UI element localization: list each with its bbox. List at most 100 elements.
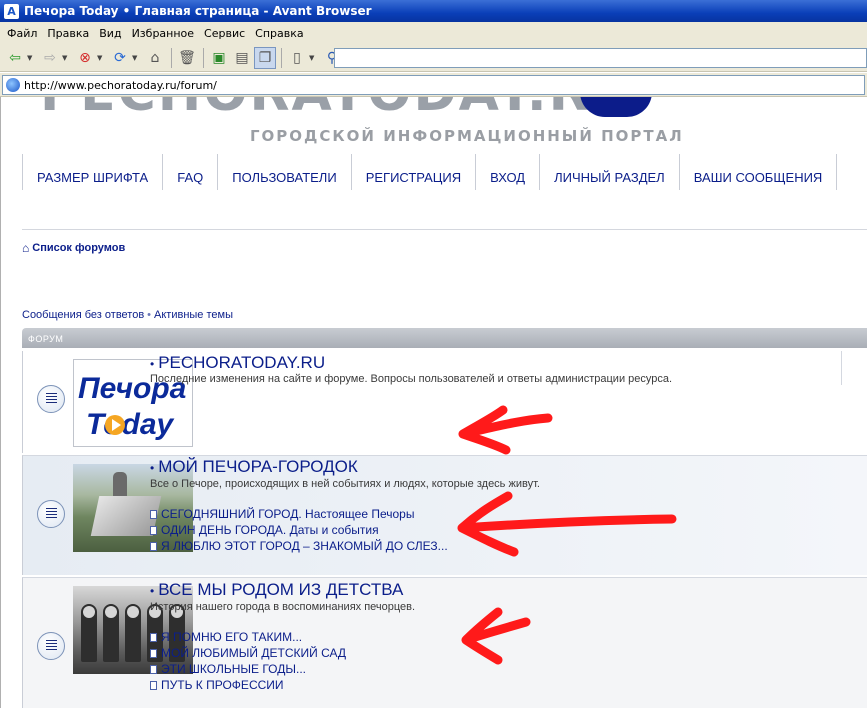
toolbar: ⇦ ▼ ⇨ ▼ ⊗ ▼ ⟳ ▼ ⌂ 🗑 ▣ ▤ ❐ ▯ ▼ ⚲	[0, 44, 867, 72]
play-icon	[105, 415, 125, 435]
quick-links: Сообщения без ответов • Активные темы	[22, 309, 233, 321]
stop-icon[interactable]: ⊗	[74, 47, 96, 69]
menu-favorites[interactable]: Избранное	[127, 27, 199, 40]
subforum-link[interactable]: СЕГОДНЯШНИЙ ГОРОД. Настоящее Печоры	[150, 506, 448, 522]
subforum-link[interactable]: ПУТЬ К ПРОФЕССИИ	[150, 677, 346, 693]
forum-title-text[interactable]: PECHORATODAY.RU	[158, 353, 325, 372]
site-tagline: ГОРОДСКОЙ ИНФОРМАЦИОННЫЙ ПОРТАЛ	[250, 127, 684, 145]
subforum-icon	[150, 509, 157, 519]
forum-column-title: ФОРУМ	[28, 334, 64, 344]
photo-face	[127, 606, 139, 618]
nav-messages[interactable]: ВАШИ СООБЩЕНИЯ	[678, 154, 837, 190]
subforum-link[interactable]: МОЙ ЛЮБИМЫЙ ДЕТСКИЙ САД	[150, 645, 346, 661]
menu-file[interactable]: Файл	[2, 27, 42, 40]
subforum-icon	[150, 648, 157, 658]
nav-personal[interactable]: ЛИЧНЫЙ РАЗДЕЛ	[539, 154, 679, 190]
nav-font-size[interactable]: РАЗМЕР ШРИФТА	[22, 154, 162, 190]
forward-dropdown-icon[interactable]: ▼	[62, 54, 70, 62]
nav-login[interactable]: ВХОД	[475, 154, 539, 190]
forum-row: • МОЙ ПЕЧОРА-ГОРОДОК Все о Печоре, происх…	[22, 455, 867, 575]
forum-title[interactable]: • ВСЕ МЫ РОДОМ ИЗ ДЕТСТВА	[150, 580, 403, 600]
forward-icon[interactable]: ⇨	[39, 47, 61, 69]
subforum-link[interactable]: Я ПОМНЮ ЕГО ТАКИМ...	[150, 629, 346, 645]
address-input[interactable]: http://www.pechoratoday.ru/forum/	[2, 75, 865, 95]
forum-row: • ВСЕ МЫ РОДОМ ИЗ ДЕТСТВА История нашего …	[22, 577, 867, 708]
forum-read-icon	[37, 385, 65, 413]
bullet-icon: •	[147, 309, 152, 321]
nav-divider	[836, 154, 838, 190]
page-left-border	[0, 97, 1, 708]
image-icon[interactable]: ▣	[208, 47, 230, 69]
bullet-icon: •	[150, 357, 155, 371]
forum-table-header: ФОРУМ	[22, 328, 867, 348]
subforum-icon	[150, 680, 157, 690]
forum-read-icon	[37, 500, 65, 528]
home-icon: ⌂	[22, 241, 30, 255]
stop-dropdown-icon[interactable]: ▼	[97, 54, 105, 62]
window-tabs-icon[interactable]: ❐	[254, 46, 276, 69]
window-title: Печора Today • Главная страница - Avant …	[24, 4, 372, 18]
forum-description: История нашего города в воспоминаниях пе…	[150, 601, 416, 613]
site-logo-text: PECHORATODAY.RU	[40, 97, 635, 119]
page-dropdown-icon[interactable]: ▼	[309, 54, 317, 62]
subforum-label[interactable]: Я ЛЮБЛЮ ЭТОТ ГОРОД – ЗНАКОМЫЙ ДО СЛЕЗ...	[161, 539, 448, 553]
back-dropdown-icon[interactable]: ▼	[27, 54, 35, 62]
home-icon[interactable]: ⌂	[144, 47, 166, 69]
subforum-label[interactable]: МОЙ ЛЮБИМЫЙ ДЕТСКИЙ САД	[161, 646, 346, 660]
subforum-link[interactable]: ОДИН ДЕНЬ ГОРОДА. Даты и события	[150, 522, 448, 538]
avant-browser-icon: A	[4, 3, 19, 19]
menu-help[interactable]: Справка	[250, 27, 308, 40]
subforum-list: СЕГОДНЯШНИЙ ГОРОД. Настоящее Печоры ОДИН…	[150, 506, 448, 554]
logo-word-today: Today	[86, 408, 174, 441]
main-nav: РАЗМЕР ШРИФТА FAQ ПОЛЬЗОВАТЕЛИ РЕГИСТРАЦ…	[22, 154, 838, 190]
subforum-list: Я ПОМНЮ ЕГО ТАКИМ... МОЙ ЛЮБИМЫЙ ДЕТСКИЙ…	[150, 629, 346, 693]
breadcrumb[interactable]: ⌂ Список форумов	[22, 241, 125, 255]
subforum-label[interactable]: Я ПОМНЮ ЕГО ТАКИМ...	[161, 630, 302, 644]
search-input[interactable]	[334, 48, 867, 68]
back-icon[interactable]: ⇦	[4, 47, 26, 69]
edit-image-icon[interactable]: ▤	[231, 47, 253, 69]
page-viewport: PECHORATODAY.RU ГОРОДСКОЙ ИНФОРМАЦИОННЫЙ…	[0, 97, 867, 708]
link-active-topics[interactable]: Активные темы	[154, 309, 233, 321]
bullet-icon: •	[150, 461, 155, 475]
divider	[22, 229, 867, 230]
toolbar-separator	[171, 47, 172, 68]
forum-title[interactable]: • МОЙ ПЕЧОРА-ГОРОДОК	[150, 457, 358, 477]
subforum-label[interactable]: ПУТЬ К ПРОФЕССИИ	[161, 678, 284, 692]
link-unanswered[interactable]: Сообщения без ответов	[22, 309, 144, 321]
menu-edit[interactable]: Правка	[42, 27, 94, 40]
ie-globe-icon	[6, 78, 20, 92]
bullet-icon: •	[150, 584, 155, 598]
subforum-label[interactable]: СЕГОДНЯШНИЙ ГОРОД. Настоящее Печоры	[161, 507, 414, 521]
subforum-icon	[150, 541, 157, 551]
refresh-icon[interactable]: ⟳	[109, 47, 131, 69]
trash-icon[interactable]: 🗑	[176, 47, 198, 69]
subforum-label[interactable]: ОДИН ДЕНЬ ГОРОДА. Даты и события	[161, 523, 379, 537]
menu-view[interactable]: Вид	[94, 27, 126, 40]
address-bar: http://www.pechoratoday.ru/forum/	[0, 73, 867, 97]
breadcrumb-forum-index[interactable]: Список форумов	[32, 242, 125, 254]
subforum-link[interactable]: ЭТИ ШКОЛЬНЫЕ ГОДЫ...	[150, 661, 346, 677]
forum-description: Последние изменения на сайте и форуме. В…	[150, 373, 673, 385]
photo-face	[105, 606, 117, 618]
photo-face	[83, 606, 95, 618]
toolbar-separator	[281, 47, 282, 68]
browser-window: A Печора Today • Главная страница - Avan…	[0, 0, 867, 708]
forum-read-icon	[37, 632, 65, 660]
page-icon[interactable]: ▯	[286, 47, 308, 69]
refresh-dropdown-icon[interactable]: ▼	[132, 54, 140, 62]
subforum-label[interactable]: ЭТИ ШКОЛЬНЫЕ ГОДЫ...	[161, 662, 306, 676]
menu-bar: Файл Правка Вид Избранное Сервис Справка	[0, 22, 867, 44]
subforum-link[interactable]: Я ЛЮБЛЮ ЭТОТ ГОРОД – ЗНАКОМЫЙ ДО СЛЕЗ...	[150, 538, 448, 554]
nav-faq[interactable]: FAQ	[162, 154, 217, 190]
nav-users[interactable]: ПОЛЬЗОВАТЕЛИ	[217, 154, 350, 190]
forum-title[interactable]: • PECHORATODAY.RU	[150, 353, 325, 373]
forum-title-text[interactable]: МОЙ ПЕЧОРА-ГОРОДОК	[158, 457, 358, 476]
address-url: http://www.pechoratoday.ru/forum/	[24, 78, 217, 92]
subforum-icon	[150, 632, 157, 642]
site-logo[interactable]: PECHORATODAY.RU	[20, 97, 660, 119]
subforum-icon	[150, 664, 157, 674]
nav-register[interactable]: РЕГИСТРАЦИЯ	[350, 154, 475, 190]
forum-title-text[interactable]: ВСЕ МЫ РОДОМ ИЗ ДЕТСТВА	[158, 580, 403, 599]
menu-tools[interactable]: Сервис	[199, 27, 250, 40]
